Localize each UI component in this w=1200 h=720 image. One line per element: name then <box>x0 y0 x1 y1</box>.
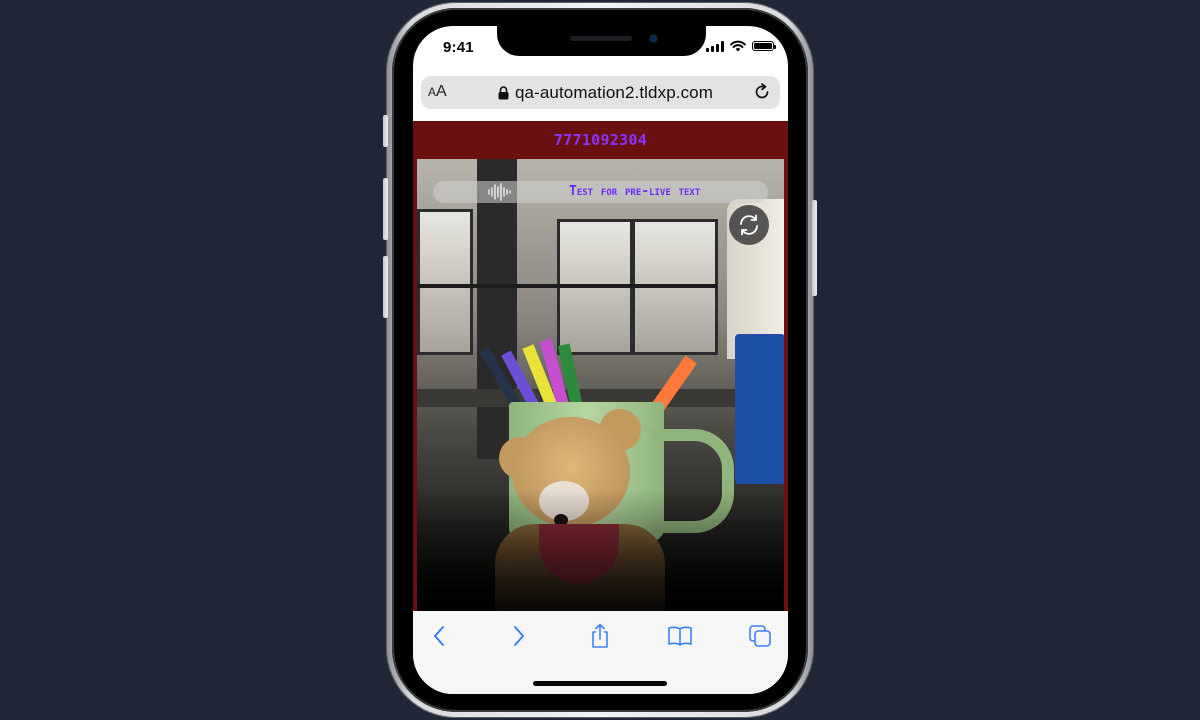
back-icon <box>434 626 444 646</box>
back-button[interactable] <box>424 623 454 649</box>
power-button <box>812 200 817 296</box>
share-button[interactable] <box>585 623 615 649</box>
forward-icon <box>514 626 524 646</box>
phone-number: 7771092304 <box>553 131 648 149</box>
mute-switch <box>383 115 388 147</box>
window-frame <box>417 284 717 288</box>
bookmarks-button[interactable] <box>665 623 695 649</box>
reload-icon[interactable] <box>752 82 772 102</box>
bottom-shade <box>417 489 784 611</box>
text-size-button[interactable]: AA <box>428 83 447 101</box>
window-pane <box>417 209 473 355</box>
camera-preview: Test for pre-live text <box>417 159 784 611</box>
caption-bar: Test for pre-live text <box>433 181 768 203</box>
switch-camera-button[interactable] <box>729 205 769 245</box>
notch <box>497 26 706 56</box>
cellular-signal-icon <box>706 40 724 52</box>
tabs-button[interactable] <box>745 623 775 649</box>
url-text: qa-automation2.tldxp.com <box>514 83 713 102</box>
home-indicator[interactable] <box>533 681 667 686</box>
bookmarks-icon <box>668 626 692 646</box>
lock-icon <box>498 86 509 100</box>
text-size-big-label: A <box>436 83 447 100</box>
audio-wave-icon <box>488 183 511 201</box>
tabs-icon <box>749 625 771 647</box>
caption-text: Test for pre-live text <box>569 184 701 199</box>
browser-toolbar <box>413 611 788 694</box>
share-icon <box>592 623 608 648</box>
earpiece-speaker <box>570 36 632 41</box>
page-header: 7771092304 <box>413 121 788 159</box>
status-time: 9:41 <box>443 39 474 56</box>
text-size-small-label: A <box>428 85 437 99</box>
address-bar[interactable]: AA qa-automation2.tldxp.com <box>421 76 780 109</box>
status-icons <box>706 40 776 52</box>
blue-box <box>735 334 784 484</box>
wifi-icon <box>730 40 746 52</box>
volume-up-button <box>383 178 388 240</box>
front-camera <box>650 35 657 42</box>
forward-button[interactable] <box>504 623 534 649</box>
phone-screen: 9:41 AA qa-automation2.tldxp.com 7771092… <box>413 26 788 694</box>
switch-camera-icon <box>740 214 758 236</box>
video-container: Test for pre-live text <box>413 159 788 611</box>
battery-icon <box>752 41 776 51</box>
volume-down-button <box>383 256 388 318</box>
url-field[interactable]: qa-automation2.tldxp.com <box>481 83 730 103</box>
